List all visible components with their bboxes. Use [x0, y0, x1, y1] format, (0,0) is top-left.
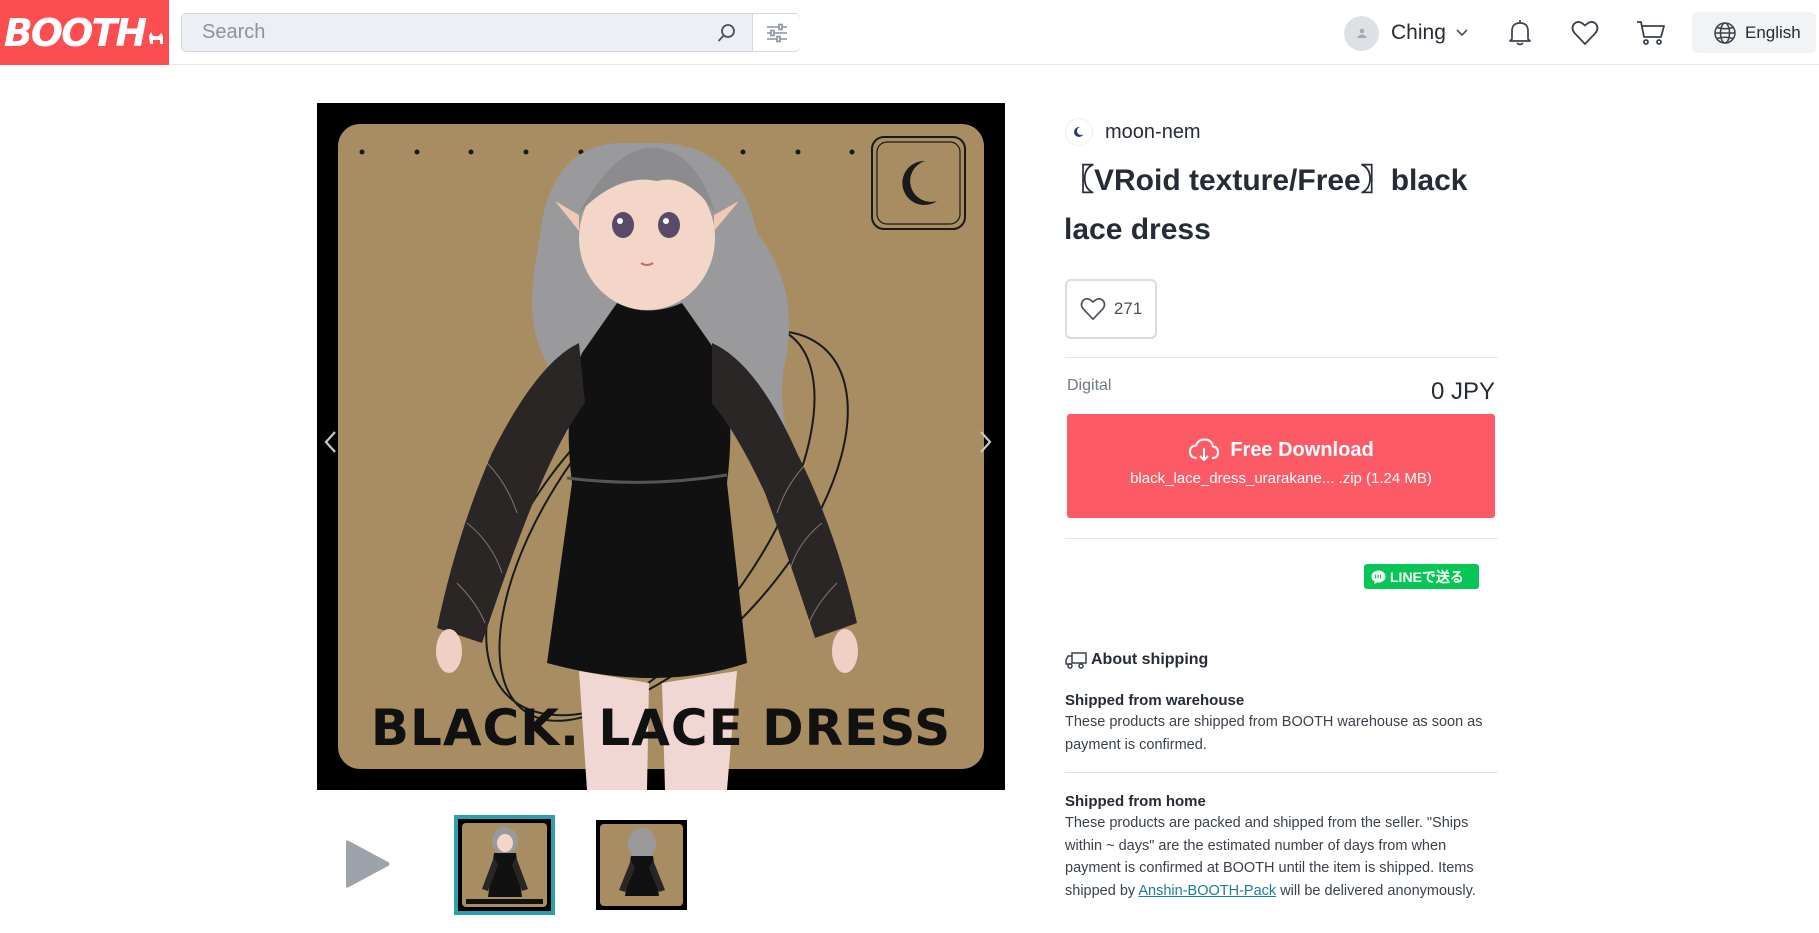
product-artwork	[317, 103, 1005, 790]
search-button[interactable]	[702, 14, 752, 51]
avatar	[1344, 15, 1379, 51]
cart-button[interactable]	[1634, 16, 1668, 50]
thumbnail-front-image	[458, 819, 551, 911]
next-image-button[interactable]	[978, 430, 992, 459]
shop-link[interactable]: moon-nem	[1065, 118, 1201, 146]
cart-icon	[1637, 21, 1665, 45]
play-video-button[interactable]	[342, 838, 392, 890]
search-icon	[718, 23, 735, 41]
product-main-image[interactable]: BLACK. LACE DRESS	[317, 103, 1005, 790]
warehouse-title: Shipped from warehouse	[1065, 692, 1245, 709]
chevron-right-icon	[980, 431, 992, 453]
price: 0 JPY	[1430, 378, 1495, 405]
home-text: These products are packed and shipped fr…	[1065, 812, 1505, 902]
moon-logo-icon	[1074, 127, 1085, 137]
search-box	[181, 13, 800, 52]
download-label: Free Download	[1230, 438, 1374, 461]
truck-icon	[1065, 652, 1087, 669]
user-menu[interactable]: Ching	[1344, 14, 1468, 52]
line-share-label: LINEで送る	[1390, 568, 1464, 585]
product-title: 〖VRoid texture/Free〗black lace dress	[1064, 164, 1468, 246]
shop-name: moon-nem	[1105, 120, 1201, 143]
bell-icon	[1509, 20, 1531, 46]
like-count: 271	[1113, 299, 1143, 318]
home-text-body: These products are packed and shipped fr…	[1065, 815, 1469, 876]
free-download-button[interactable]: Free Download black_lace_dress_urarakane…	[1067, 414, 1495, 518]
heart-icon	[1080, 297, 1106, 320]
filter-button[interactable]	[752, 14, 800, 51]
filter-icon	[766, 23, 787, 42]
pack-suffix: will be delivered anonymously.	[1276, 882, 1476, 899]
booth-logo[interactable]: BOOTH	[0, 0, 169, 65]
line-share-button[interactable]: LINEで送る	[1364, 564, 1479, 589]
wishlist-button[interactable]	[1568, 16, 1602, 50]
previous-image-button[interactable]	[324, 430, 338, 459]
divider	[1065, 772, 1498, 773]
notifications-button[interactable]	[1503, 16, 1537, 50]
logo-text: BOOTH	[3, 10, 147, 55]
image-caption: BLACK. LACE DRESS	[370, 699, 952, 757]
user-name: Ching	[1391, 21, 1446, 44]
shop-avatar	[1065, 118, 1093, 146]
heart-icon	[1571, 21, 1599, 45]
like-button[interactable]: 271	[1065, 279, 1157, 339]
anshin-booth-pack-link[interactable]: Anshin-BOOTH-Pack	[1138, 883, 1276, 899]
language-label: English	[1745, 22, 1801, 42]
line-icon	[1371, 570, 1386, 584]
divider	[1065, 538, 1498, 539]
search-input[interactable]	[182, 14, 742, 51]
download-file-name: black_lace_dress_urarakane... .zip (1.24…	[1130, 470, 1432, 487]
play-icon	[346, 840, 390, 888]
chevron-left-icon	[324, 431, 336, 453]
chevron-down-icon	[1456, 29, 1468, 37]
home-title: Shipped from home	[1065, 793, 1206, 810]
warehouse-text: These products are shipped from BOOTH wa…	[1065, 714, 1483, 753]
language-selector[interactable]: English	[1692, 12, 1816, 53]
globe-icon	[1714, 21, 1736, 44]
site-header: BOOTH Search Ching English	[0, 0, 1819, 65]
shipping-heading: About shipping	[1065, 651, 1208, 669]
thumbnail-front[interactable]	[454, 815, 555, 915]
divider	[1065, 357, 1498, 358]
cloud-download-icon	[1189, 438, 1220, 462]
dog-logo-icon	[149, 31, 164, 44]
download-label-row: Free Download	[1067, 438, 1495, 462]
thumbnail-back-image	[596, 820, 687, 910]
user-icon	[1356, 28, 1367, 38]
variant-type: Digital	[1067, 377, 1112, 394]
shipping-heading-label: About shipping	[1091, 651, 1209, 668]
thumbnail-back[interactable]	[596, 820, 687, 910]
